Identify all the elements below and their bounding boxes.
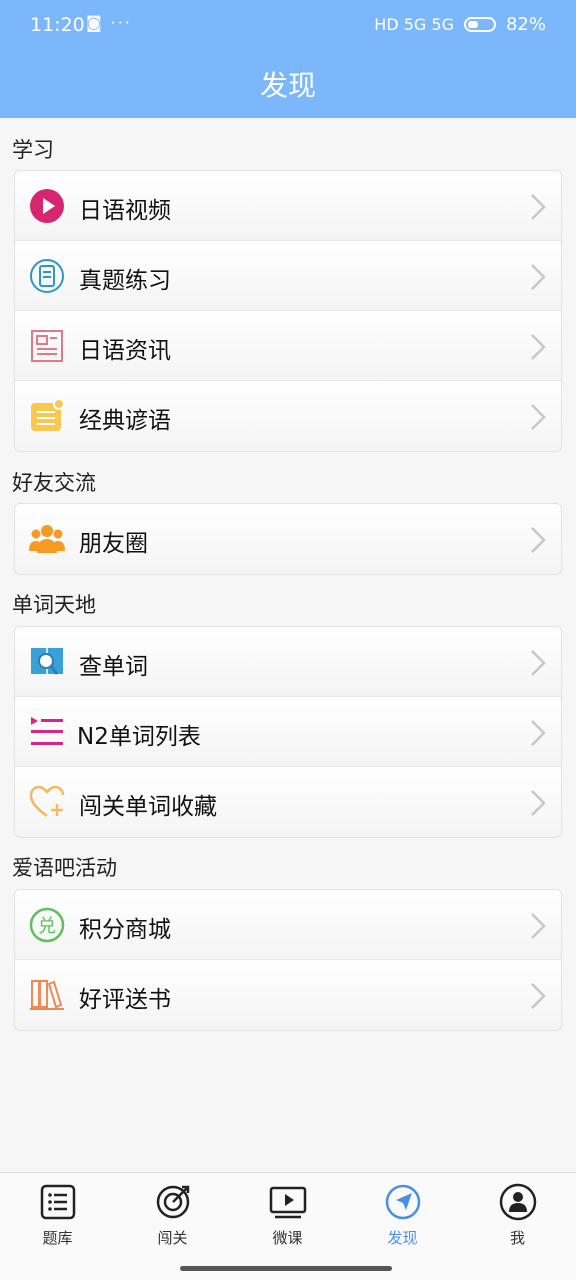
menu-item-label: 闯关单词收藏	[79, 794, 217, 820]
menu-item-classic-proverbs[interactable]: 经典谚语	[15, 381, 561, 451]
menu-item-label: 查单词	[79, 654, 148, 680]
play-video-icon	[30, 189, 64, 223]
tab-micro-lessons[interactable]: 微课	[230, 1183, 345, 1248]
bottom-tab-bar: 题库 闯关 微课 发现 我	[0, 1172, 576, 1280]
menu-item-label: 好评送书	[79, 987, 171, 1013]
chevron-right-icon	[531, 194, 546, 220]
tab-me[interactable]: 我	[460, 1183, 575, 1248]
proverb-list-icon	[31, 398, 65, 431]
chevron-right-icon	[531, 790, 546, 816]
menu-item-japanese-news[interactable]: 日语资讯	[15, 311, 561, 381]
menu-item-label: 真题练习	[79, 268, 171, 294]
friends-group-icon	[29, 525, 65, 553]
section-title-friends: 好友交流	[12, 471, 96, 495]
word-search-book-icon	[31, 648, 63, 675]
chevron-right-icon	[531, 913, 546, 939]
tab-label: 发现	[387, 1229, 418, 1247]
chevron-right-icon	[531, 720, 546, 746]
tab-question-bank[interactable]: 题库	[0, 1183, 115, 1248]
menu-item-label: 经典谚语	[79, 408, 171, 434]
chevron-right-icon	[531, 334, 546, 360]
section-title-study: 学习	[12, 138, 54, 162]
status-notification-icons: ◙ ···	[86, 13, 132, 32]
menu-item-n2-word-list[interactable]: N2单词列表	[15, 697, 561, 767]
menu-item-lookup-word[interactable]: 查单词	[15, 627, 561, 697]
status-bar: 11:20 ◙ ··· HD 5G 5G 82%	[0, 0, 576, 52]
tab-discover[interactable]: 发现	[345, 1183, 460, 1248]
tab-label: 微课	[272, 1229, 303, 1247]
tab-label: 我	[509, 1229, 525, 1247]
newspaper-icon	[31, 330, 63, 362]
card-activities: 兑 积分商城 好评送书	[14, 889, 562, 1031]
menu-item-label: 积分商城	[79, 917, 171, 943]
menu-item-label: N2单词列表	[77, 724, 201, 750]
svg-text:兑: 兑	[38, 916, 56, 937]
menu-item-review-for-book[interactable]: 好评送书	[15, 960, 561, 1030]
chevron-right-icon	[531, 650, 546, 676]
heart-plus-icon	[29, 785, 65, 818]
exchange-badge-icon: 兑	[29, 907, 65, 943]
list-icon	[40, 1184, 75, 1220]
word-list-icon	[31, 717, 63, 745]
tab-label: 闯关	[157, 1229, 188, 1247]
menu-item-label: 朋友圈	[79, 531, 148, 557]
menu-item-label: 日语视频	[79, 198, 171, 224]
menu-item-japanese-video[interactable]: 日语视频	[15, 171, 561, 241]
menu-item-moments[interactable]: 朋友圈	[15, 504, 561, 574]
exam-clipboard-icon	[30, 259, 64, 293]
section-title-words: 单词天地	[12, 593, 96, 617]
chevron-right-icon	[531, 404, 546, 430]
menu-item-label: 日语资讯	[79, 338, 171, 364]
chevron-right-icon	[531, 527, 546, 553]
menu-item-past-exams[interactable]: 真题练习	[15, 241, 561, 311]
card-friends: 朋友圈	[14, 503, 562, 575]
card-words: 查单词 N2单词列表 闯关单词收藏	[14, 626, 562, 838]
page-title: 发现	[259, 69, 316, 102]
battery-icon	[463, 17, 496, 32]
tab-label: 题库	[42, 1229, 73, 1247]
bookshelf-icon	[30, 980, 64, 1010]
status-time: 11:20	[30, 14, 85, 36]
user-icon	[499, 1183, 536, 1221]
tab-challenge[interactable]: 闯关	[115, 1183, 230, 1248]
status-right: HD 5G 5G 82%	[374, 14, 546, 35]
app-header: 11:20 ◙ ··· HD 5G 5G 82% 发现	[0, 0, 576, 118]
section-title-activities: 爱语吧活动	[12, 856, 117, 880]
video-screen-icon	[269, 1186, 306, 1219]
menu-item-points-mall[interactable]: 兑 积分商城	[15, 890, 561, 960]
compass-icon	[385, 1184, 420, 1220]
menu-item-saved-words[interactable]: 闯关单词收藏	[15, 767, 561, 837]
card-study: 日语视频 真题练习 日语资讯 经典谚语	[14, 170, 562, 452]
battery-level: 82%	[505, 14, 546, 35]
chevron-right-icon	[531, 264, 546, 290]
home-indicator[interactable]	[180, 1266, 392, 1271]
chevron-right-icon	[531, 983, 546, 1009]
signal-icons: HD 5G 5G	[374, 15, 454, 34]
target-icon	[156, 1185, 189, 1219]
